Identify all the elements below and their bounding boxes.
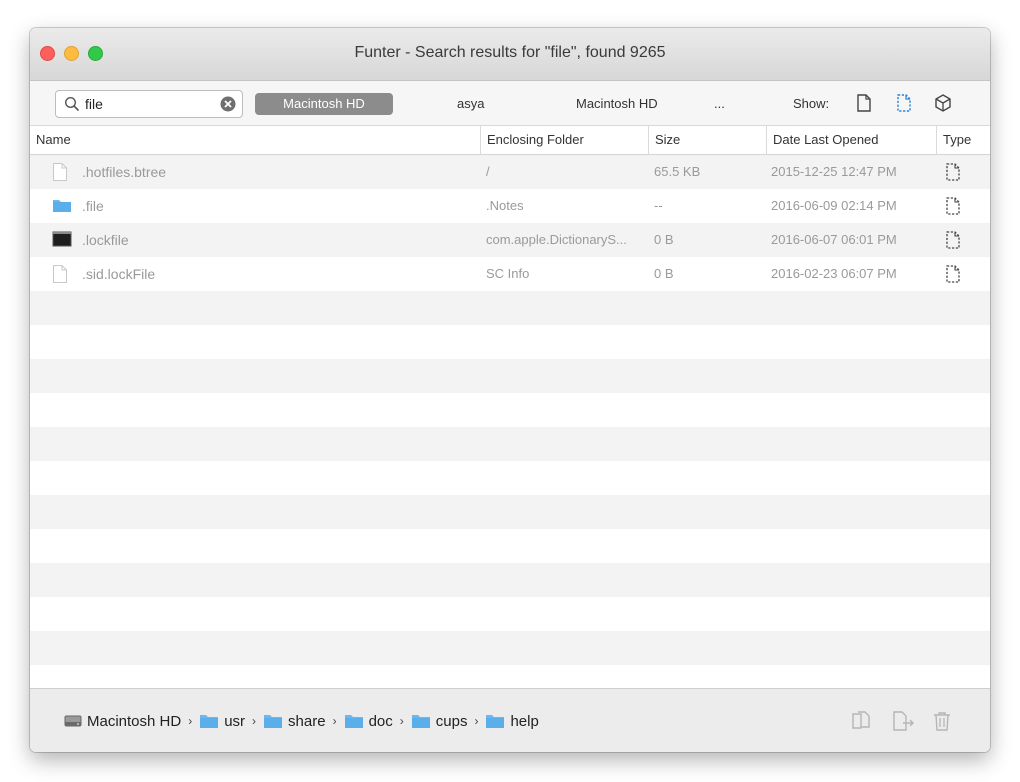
breadcrumb-label: cups xyxy=(435,712,468,730)
column-header: Name Enclosing Folder Size Date Last Ope… xyxy=(30,126,990,155)
title-bar[interactable]: Funter - Search results for "file", foun… xyxy=(30,28,990,81)
breadcrumb-label: doc xyxy=(368,712,393,730)
breadcrumb-label: usr xyxy=(224,712,246,730)
breadcrumb: Macintosh HD › usr › share › doc › cups xyxy=(64,710,539,732)
empty-row xyxy=(30,291,990,325)
row-date: 2016-06-09 02:14 PM xyxy=(771,198,897,213)
empty-row xyxy=(30,597,990,631)
scope-asya[interactable]: asya xyxy=(457,93,484,115)
empty-row xyxy=(30,359,990,393)
row-name: .lockfile xyxy=(82,232,129,248)
column-name[interactable]: Name xyxy=(30,126,480,154)
search-input[interactable] xyxy=(85,94,215,114)
row-folder: / xyxy=(486,164,490,179)
hidden-file-type-icon xyxy=(945,265,961,288)
empty-row xyxy=(30,495,990,529)
breadcrumb-label: Macintosh HD xyxy=(87,712,182,730)
copy-icon[interactable] xyxy=(850,710,872,737)
chevron-right-icon: › xyxy=(188,714,193,728)
empty-row xyxy=(30,393,990,427)
row-size: 65.5 KB xyxy=(654,164,701,179)
row-folder: com.apple.DictionaryS... xyxy=(486,232,627,247)
column-size[interactable]: Size xyxy=(648,126,766,154)
document-icon xyxy=(52,163,68,186)
empty-row xyxy=(30,529,990,563)
scope-macintosh-hd[interactable]: Macintosh HD xyxy=(576,93,658,115)
trash-icon[interactable] xyxy=(931,710,953,737)
breadcrumb-cups[interactable]: cups xyxy=(411,712,468,730)
row-folder: .Notes xyxy=(486,198,524,213)
chevron-right-icon: › xyxy=(332,714,337,728)
window-title: Funter - Search results for "file", foun… xyxy=(354,44,666,61)
empty-row xyxy=(30,325,990,359)
chevron-right-icon: › xyxy=(252,714,257,728)
row-size: 0 B xyxy=(654,232,674,247)
empty-row xyxy=(30,665,990,688)
clear-search-icon[interactable] xyxy=(220,96,236,117)
row-folder: SC Info xyxy=(486,266,530,281)
results-table: .hotfiles.btree / 65.5 KB 2015-12-25 12:… xyxy=(30,155,990,688)
row-name: .hotfiles.btree xyxy=(82,164,167,180)
chevron-right-icon: › xyxy=(399,714,404,728)
row-size: -- xyxy=(654,198,663,213)
app-window: Funter - Search results for "file", foun… xyxy=(30,28,990,752)
breadcrumb-help[interactable]: help xyxy=(485,712,539,730)
hidden-file-type-icon xyxy=(945,163,961,186)
hidden-file-type-icon xyxy=(945,197,961,220)
terminal-icon xyxy=(52,231,72,252)
show-visible-files-icon[interactable] xyxy=(856,94,872,117)
toolbar: Macintosh HD asya Macintosh HD ... Show: xyxy=(30,81,990,126)
chevron-right-icon: › xyxy=(474,714,479,728)
breadcrumb-label: share xyxy=(288,712,326,730)
row-date: 2016-02-23 06:07 PM xyxy=(771,266,897,281)
scope-macintosh-hd-active[interactable]: Macintosh HD xyxy=(255,93,393,115)
path-bar: Macintosh HD › usr › share › doc › cups xyxy=(30,688,990,752)
empty-row xyxy=(30,461,990,495)
move-icon[interactable] xyxy=(891,710,915,737)
folder-icon xyxy=(344,715,363,728)
breadcrumb-macintosh-hd[interactable]: Macintosh HD xyxy=(64,713,181,730)
empty-row xyxy=(30,427,990,461)
column-type[interactable]: Type xyxy=(936,126,990,154)
row-name: .file xyxy=(82,198,104,214)
row-date: 2016-06-07 06:01 PM xyxy=(771,232,897,247)
breadcrumb-doc[interactable]: doc xyxy=(344,713,393,730)
table-row[interactable]: .sid.lockFile SC Info 0 B 2016-02-23 06:… xyxy=(30,257,990,291)
folder-icon xyxy=(52,197,72,218)
folder-icon xyxy=(200,715,219,728)
document-icon xyxy=(52,265,68,288)
row-name: .sid.lockFile xyxy=(82,266,156,282)
row-size: 0 B xyxy=(654,266,674,281)
search-field[interactable] xyxy=(55,90,243,118)
column-enclosing-folder[interactable]: Enclosing Folder xyxy=(480,126,648,154)
show-hidden-files-icon[interactable] xyxy=(896,94,912,117)
search-icon xyxy=(64,96,80,117)
breadcrumb-usr[interactable]: usr xyxy=(199,713,245,730)
table-row[interactable]: .file .Notes -- 2016-06-09 02:14 PM xyxy=(30,189,990,223)
breadcrumb-share[interactable]: share xyxy=(263,713,326,730)
folder-icon xyxy=(486,715,505,728)
folder-icon xyxy=(411,715,430,728)
row-date: 2015-12-25 12:47 PM xyxy=(771,164,897,179)
empty-row xyxy=(30,631,990,665)
column-date-last-opened[interactable]: Date Last Opened xyxy=(766,126,936,154)
folder-icon xyxy=(264,715,283,728)
empty-row xyxy=(30,563,990,597)
show-label: Show: xyxy=(793,96,830,111)
show-packages-icon[interactable] xyxy=(934,94,952,117)
table-row[interactable]: .hotfiles.btree / 65.5 KB 2015-12-25 12:… xyxy=(30,155,990,189)
hidden-file-type-icon xyxy=(945,231,961,254)
breadcrumb-label: help xyxy=(510,712,539,730)
scope-more[interactable]: ... xyxy=(714,93,725,115)
hard-drive-icon xyxy=(64,715,82,727)
table-row[interactable]: .lockfile com.apple.DictionaryS... 0 B 2… xyxy=(30,223,990,257)
